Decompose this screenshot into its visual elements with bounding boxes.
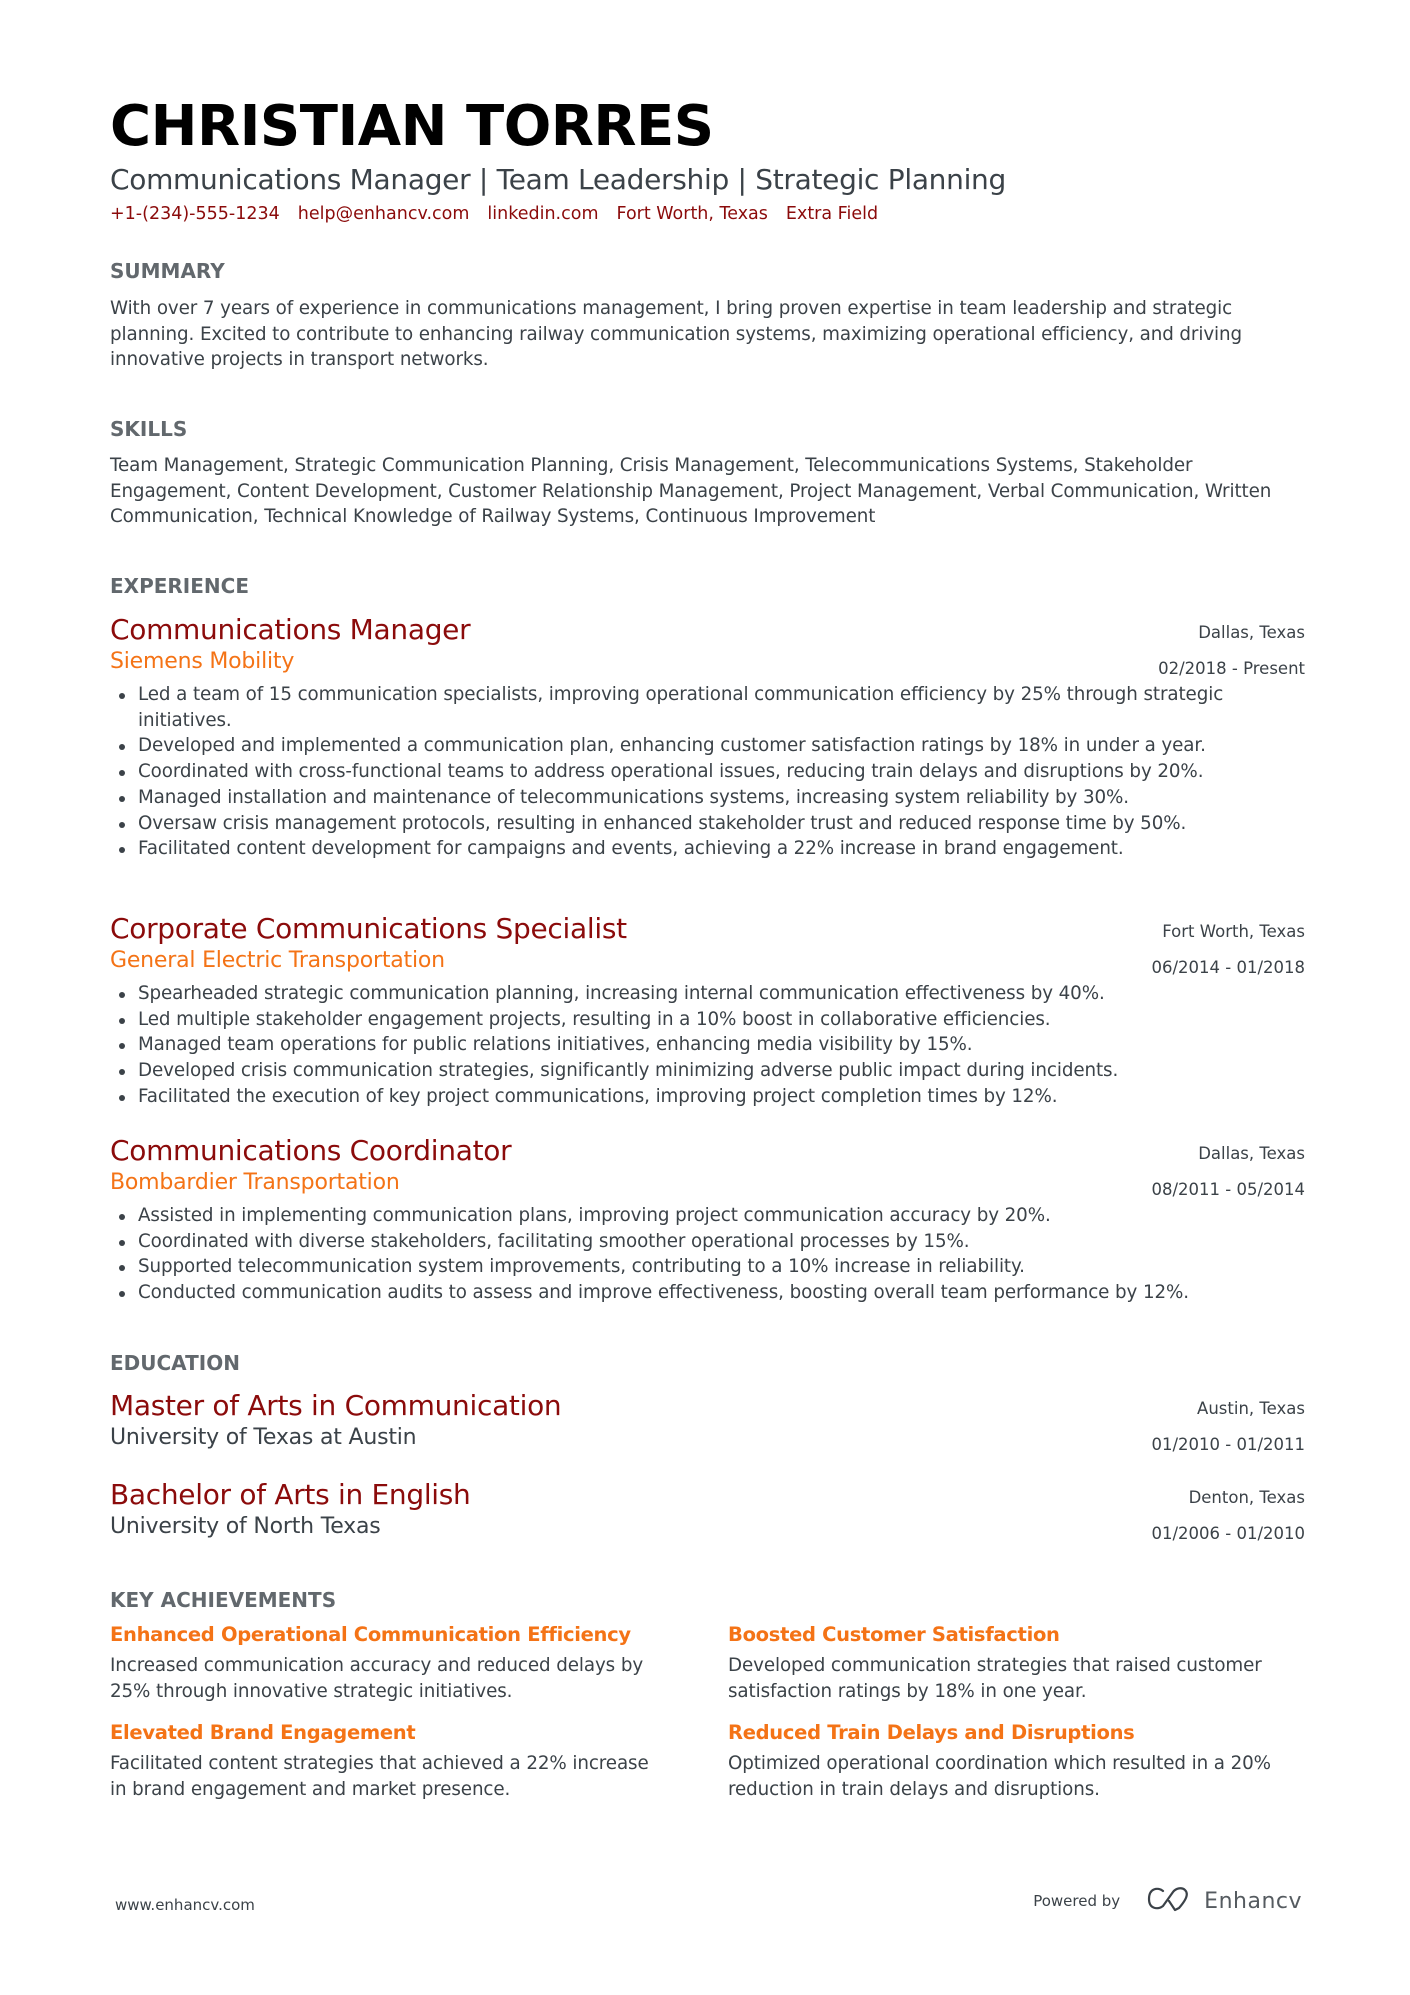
- achievement-title: Elevated Brand Engagement: [110, 1721, 416, 1745]
- job-meta: Fort Worth, Texas 06/2014 - 01/2018: [1151, 914, 1305, 986]
- footer-branding: Powered by Enhancv: [1033, 1886, 1302, 1916]
- job-title: Communications Coordinator: [110, 1134, 512, 1167]
- achievement-title: Enhanced Operational Communication Effic…: [110, 1623, 631, 1646]
- candidate-name: CHRISTIAN TORRES: [110, 94, 714, 159]
- experience-entry: Corporate Communications Specialist Gene…: [110, 912, 1305, 1110]
- education-dates: 01/2010 - 01/2011: [1151, 1435, 1305, 1454]
- education-entry: Master of Arts in Communication Universi…: [110, 1389, 1305, 1454]
- job-title: Communications Manager: [110, 613, 471, 646]
- job-meta: Dallas, Texas 02/2018 - Present: [1158, 615, 1305, 687]
- school-name: University of Texas at Austin: [110, 1425, 417, 1450]
- job-location: Dallas, Texas: [1198, 1144, 1305, 1163]
- achievement-item: Enhanced Operational Communication Effic…: [110, 1620, 728, 1704]
- job-location: Dallas, Texas: [1198, 623, 1305, 642]
- enhancv-logo-icon: [1146, 1886, 1192, 1916]
- bullet-item: Managed team operations for public relat…: [110, 1032, 1305, 1058]
- bullet-item: Oversaw crisis management protocols, res…: [110, 811, 1305, 837]
- degree-title: Master of Arts in Communication: [110, 1389, 562, 1422]
- bullet-item: Supported telecommunication system impro…: [110, 1254, 1305, 1280]
- bullet-item: Conducted communication audits to assess…: [110, 1280, 1305, 1306]
- section-title-achievements: KEY ACHIEVEMENTS: [110, 1588, 337, 1612]
- achievement-item: Reduced Train Delays and Disruptions Opt…: [728, 1718, 1305, 1802]
- education-location: Austin, Texas: [1197, 1399, 1305, 1418]
- job-meta: Dallas, Texas 08/2011 - 05/2014: [1151, 1136, 1305, 1208]
- achievement-title: Reduced Train Delays and Disruptions: [728, 1721, 1135, 1745]
- brand-name: Enhancv: [1204, 1888, 1302, 1914]
- bullet-item: Facilitated content development for camp…: [110, 836, 1305, 862]
- powered-by-label: Powered by: [1033, 1892, 1121, 1910]
- bullet-item: Managed installation and maintenance of …: [110, 785, 1305, 811]
- bullet-item: Facilitated the execution of key project…: [110, 1084, 1305, 1110]
- bullet-item: Coordinated with diverse stakeholders, f…: [110, 1229, 1305, 1255]
- experience-entry: Communications Coordinator Bombardier Tr…: [110, 1134, 1305, 1306]
- job-bullets: Spearheaded strategic communication plan…: [110, 981, 1305, 1110]
- headline: Communications Manager | Team Leadership…: [110, 163, 1006, 196]
- achievement-text: Developed communication strategies that …: [728, 1655, 1262, 1702]
- section-title-summary: SUMMARY: [110, 259, 225, 283]
- brand-link[interactable]: Enhancv: [1146, 1886, 1302, 1916]
- education-meta: Austin, Texas 01/2010 - 01/2011: [1151, 1391, 1305, 1463]
- linkedin-link[interactable]: linkedin.com: [487, 202, 598, 226]
- bullet-item: Developed and implemented a communicatio…: [110, 733, 1305, 759]
- email-link[interactable]: help@enhancv.com: [298, 202, 470, 226]
- location-text: Fort Worth, Texas: [616, 204, 768, 224]
- job-bullets: Assisted in implementing communication p…: [110, 1203, 1305, 1306]
- section-title-skills: SKILLS: [110, 417, 188, 441]
- job-bullets: Led a team of 15 communication specialis…: [110, 682, 1305, 862]
- education-meta: Denton, Texas 01/2006 - 01/2010: [1151, 1480, 1305, 1552]
- school-name: University of North Texas: [110, 1514, 381, 1539]
- experience-entry: Communications Manager Siemens Mobility …: [110, 613, 1305, 862]
- phone-link[interactable]: +1-(234)-555-1234: [110, 202, 280, 226]
- education-dates: 01/2006 - 01/2010: [1151, 1524, 1305, 1543]
- achievements-grid: Enhanced Operational Communication Effic…: [110, 1620, 1305, 1803]
- achievement-text: Optimized operational coordination which…: [728, 1753, 1271, 1801]
- achievement-item: Elevated Brand Engagement Facilitated co…: [110, 1718, 728, 1802]
- summary-text: With over 7 years of experience in commu…: [110, 298, 1243, 371]
- bullet-item: Led multiple stakeholder engagement proj…: [110, 1007, 1305, 1033]
- education-location: Denton, Texas: [1188, 1488, 1305, 1507]
- achievement-title: Boosted Customer Satisfaction: [728, 1623, 1060, 1646]
- job-location: Fort Worth, Texas: [1162, 922, 1305, 941]
- degree-title: Bachelor of Arts in English: [110, 1478, 471, 1511]
- bullet-item: Assisted in implementing communication p…: [110, 1203, 1305, 1229]
- section-title-education: EDUCATION: [110, 1351, 240, 1375]
- achievement-text: Increased communication accuracy and red…: [110, 1655, 644, 1702]
- section-title-experience: EXPERIENCE: [110, 574, 249, 598]
- bullet-item: Developed crisis communication strategie…: [110, 1058, 1305, 1084]
- achievement-text: Facilitated content strategies that achi…: [110, 1753, 649, 1801]
- job-title: Corporate Communications Specialist: [110, 912, 627, 945]
- company-name: Siemens Mobility: [110, 649, 295, 674]
- extra-field: Extra Field: [785, 204, 879, 224]
- achievement-item: Boosted Customer Satisfaction Developed …: [728, 1620, 1305, 1704]
- bullet-item: Coordinated with cross-functional teams …: [110, 759, 1305, 785]
- skills-text: Team Management, Strategic Communication…: [110, 455, 1272, 528]
- company-name: General Electric Transportation: [110, 948, 445, 973]
- footer-website-link[interactable]: www.enhancv.com: [115, 1895, 255, 1915]
- bullet-item: Led a team of 15 communication specialis…: [110, 682, 1305, 733]
- company-name: Bombardier Transportation: [110, 1170, 400, 1195]
- education-entry: Bachelor of Arts in English University o…: [110, 1478, 1305, 1543]
- bullet-item: Spearheaded strategic communication plan…: [110, 981, 1305, 1007]
- contact-bar: +1-(234)-555-1234 help@enhancv.com linke…: [110, 202, 878, 226]
